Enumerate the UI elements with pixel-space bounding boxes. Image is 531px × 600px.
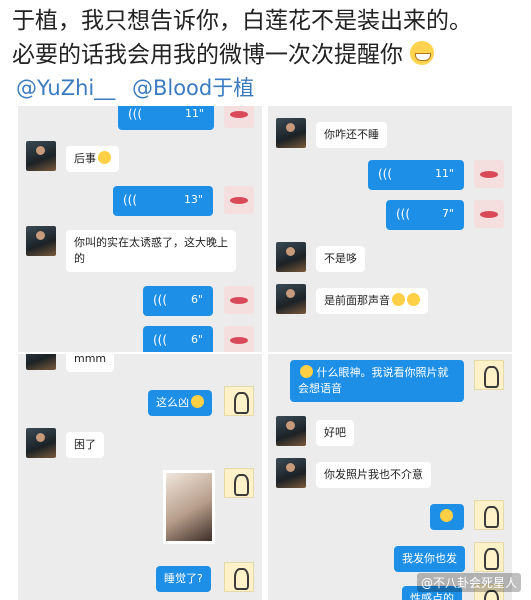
voice-message[interactable]: ((( 11": [118, 106, 214, 130]
post-line-1: 于植，我只想告诉你，白莲花不是装出来的。: [12, 8, 472, 34]
chat-bubble: 睡觉了?: [156, 566, 211, 592]
message-text: 这么凶: [156, 396, 189, 409]
avatar: [224, 468, 254, 498]
voice-wave-icon: (((: [123, 193, 138, 207]
voice-wave-icon: (((: [378, 167, 393, 181]
emoji-icon: [407, 293, 420, 306]
voice-duration: 6": [190, 293, 203, 306]
voice-wave-icon: (((: [396, 207, 411, 221]
emoji-icon: [191, 395, 204, 408]
avatar: [276, 242, 306, 272]
avatar: [26, 428, 56, 458]
chat-screenshot-2: 你咋还不睡 ((( 11" ((( 7" 不是哆 是前面那声音: [268, 106, 512, 352]
avatar: [276, 284, 306, 314]
voice-message[interactable]: ((( 6": [143, 326, 213, 352]
message-text: 后事: [74, 152, 96, 165]
grin-emoji-icon: [410, 41, 435, 65]
chat-bubble: 这么凶: [148, 390, 212, 416]
chat-bubble: 我发你也发: [394, 546, 465, 572]
message-text: 什么眼神。我说看你照片就会想语音: [298, 366, 449, 395]
avatar: [474, 160, 504, 188]
voice-duration: 6": [190, 333, 203, 346]
avatar: [474, 542, 504, 572]
post-text: 于植，我只想告诉你，白莲花不是装出来的。 必要的话我会用我的微博一次次提醒你: [12, 4, 522, 72]
chat-bubble: 好吧: [316, 420, 354, 446]
chat-bubble: 后事: [66, 146, 119, 172]
avatar: [276, 416, 306, 446]
chat-bubble: 你叫的实在太诱惑了，这大晚上的: [66, 230, 236, 272]
avatar: [474, 360, 504, 390]
voice-wave-icon: (((: [153, 333, 168, 347]
mention-blood[interactable]: @Blood于植: [132, 76, 254, 100]
chat-bubble: 困了: [66, 432, 104, 458]
avatar: [224, 562, 254, 592]
avatar: [224, 326, 254, 352]
avatar: [224, 386, 254, 416]
avatar: [26, 354, 56, 370]
photo-message[interactable]: [163, 470, 215, 544]
chat-bubble: mmm: [66, 354, 115, 372]
voice-duration: 11": [434, 167, 454, 180]
chat-bubble: 你咋还不睡: [316, 122, 387, 148]
avatar: [276, 458, 306, 488]
chat-bubble: 你发照片我也不介意: [316, 462, 431, 488]
chat-screenshot-3: mmm 这么凶 困了 睡觉了?: [18, 354, 262, 600]
emoji-icon: [440, 509, 453, 522]
chat-bubble: 是前面那声音: [316, 288, 428, 314]
voice-message[interactable]: ((( 7": [386, 200, 464, 230]
post-line-2: 必要的话我会用我的微博一次次提醒你: [12, 38, 522, 72]
chat-bubble: 什么眼神。我说看你照片就会想语音: [290, 360, 464, 402]
voice-wave-icon: (((: [153, 293, 168, 307]
emoji-icon: [98, 151, 111, 164]
emoji-icon: [300, 365, 313, 378]
avatar: [224, 106, 254, 128]
avatar: [474, 500, 504, 530]
chat-screenshot-4: 什么眼神。我说看你照片就会想语音 好吧 你发照片我也不介意 我发你也发 性感点的: [268, 354, 512, 600]
post-line-2-text: 必要的话我会用我的微博一次次提醒你: [12, 42, 403, 68]
chat-bubble: [430, 504, 464, 530]
voice-duration: 11": [184, 107, 204, 120]
voice-duration: 7": [441, 207, 454, 220]
voice-wave-icon: (((: [128, 107, 143, 121]
avatar: [224, 286, 254, 314]
avatar: [276, 118, 306, 148]
mentions: @YuZhi__ @Blood于植: [16, 72, 264, 102]
avatar: [26, 226, 56, 256]
avatar: [224, 186, 254, 214]
voice-message[interactable]: ((( 13": [113, 186, 213, 216]
chat-screenshot-1: ((( 11" 后事 ((( 13" 你叫的实在太诱惑了，这大晚上的 ((( 6" (…: [18, 106, 262, 352]
mention-yuzhi[interactable]: @YuZhi__: [16, 76, 115, 100]
watermark: @不八卦会死星人: [416, 573, 521, 592]
voice-message[interactable]: ((( 6": [143, 286, 213, 316]
avatar: [474, 200, 504, 228]
voice-message[interactable]: ((( 11": [368, 160, 464, 190]
chat-bubble: 不是哆: [316, 246, 365, 272]
voice-duration: 13": [183, 193, 203, 206]
avatar: [26, 141, 56, 171]
message-text: 是前面那声音: [324, 294, 390, 307]
emoji-icon: [392, 293, 405, 306]
